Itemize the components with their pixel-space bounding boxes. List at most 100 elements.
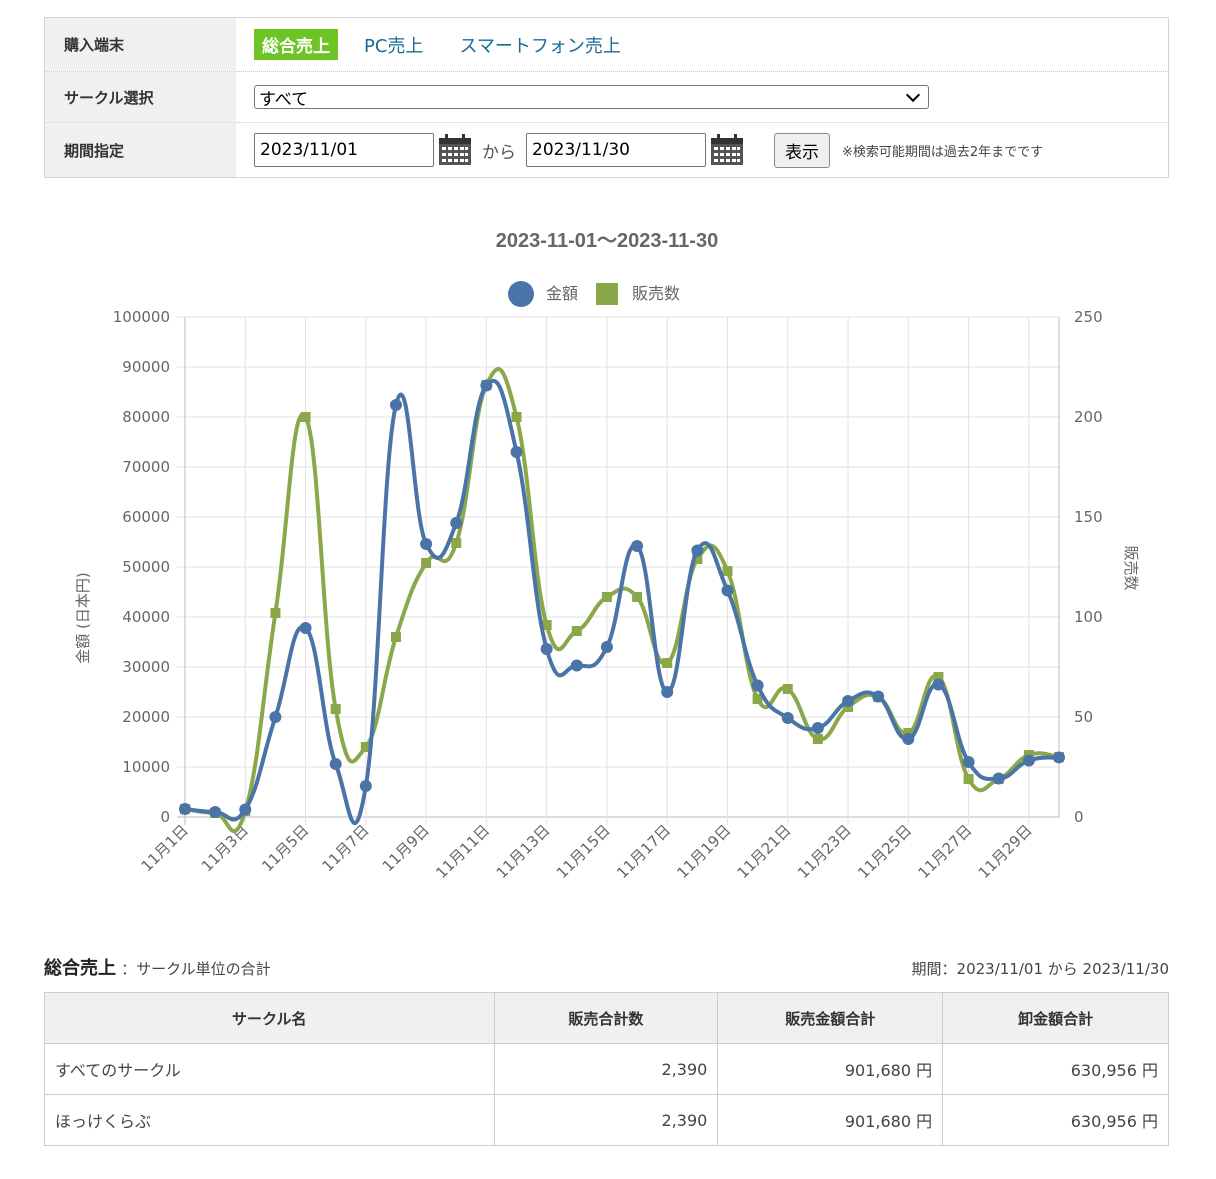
device-tabs: 総合売上 PC売上 スマートフォン売上 <box>236 18 1168 71</box>
series-line-quantity <box>184 367 1060 834</box>
data-point-quantity <box>390 632 401 642</box>
data-point-amount <box>781 712 794 724</box>
data-point-amount <box>1022 754 1035 767</box>
data-point-quantity <box>421 558 432 568</box>
column-header-wholesale-amount: 卸金額合計 <box>942 992 1169 1044</box>
summary-table: サークル名 販売合計数 販売金額合計 卸金額合計 すべてのサークル 2,390 … <box>44 992 1169 1146</box>
x-tick-label: 11月23日 <box>794 821 855 882</box>
summary-subtitle: ：サークル単位の合計 <box>121 960 271 978</box>
y-axis-right-label: 販売数 <box>1122 545 1140 590</box>
data-point-amount <box>962 756 975 768</box>
data-point-amount <box>570 659 583 672</box>
cell-sales-count: 2,390 <box>493 1094 719 1146</box>
circle-row: サークル選択 すべて <box>45 72 1168 123</box>
data-point-amount <box>209 806 222 818</box>
y-tick-label: 90000 <box>122 358 170 376</box>
calendar-icon[interactable] <box>438 134 472 166</box>
date-to-input[interactable] <box>526 133 706 167</box>
cell-sales-amount: 901,680 円 <box>717 1094 944 1146</box>
date-separator: から <box>482 142 516 163</box>
x-tick-label: 11月19日 <box>673 821 734 882</box>
x-tick-label: 11月13日 <box>493 821 554 882</box>
y-tick-label: 10000 <box>122 758 170 776</box>
data-point-amount <box>811 722 824 734</box>
data-point-quantity <box>662 658 673 668</box>
tab-pc-sales[interactable]: PC売上 <box>364 32 423 58</box>
data-point-amount <box>1053 751 1065 764</box>
table-row: ほっけくらぶ 2,390 901,680 円 630,956 円 <box>44 1094 1169 1146</box>
y-tick-label: 50000 <box>122 558 170 576</box>
circle-select[interactable]: すべて <box>254 85 929 110</box>
filter-form: 購入端末 総合売上 PC売上 スマートフォン売上 サークル選択 すべて 期間指定 <box>44 17 1169 178</box>
x-tick-label: 11月15日 <box>553 821 614 882</box>
data-point-amount <box>661 686 674 698</box>
circle-select-value: すべて <box>259 89 309 110</box>
chevron-down-icon <box>905 87 921 103</box>
x-tick-label: 11月25日 <box>854 821 915 882</box>
y-tick-label: 20000 <box>122 708 170 726</box>
y-tick-label: 80000 <box>122 408 170 426</box>
summary-header: 総合売上 ：サークル単位の合計 期間：2023/11/01 から 2023/11… <box>44 954 1169 980</box>
data-point-amount <box>600 641 613 653</box>
data-point-amount <box>691 544 704 557</box>
legend-label-quantity: 販売数 <box>632 284 680 303</box>
data-point-amount <box>932 678 945 691</box>
data-point-amount <box>450 517 463 529</box>
x-tick-label: 11月5日 <box>258 821 312 875</box>
x-tick-label: 11月29日 <box>975 821 1036 882</box>
data-point-amount <box>842 695 855 707</box>
y-right-tick-label: 250 <box>1074 308 1103 326</box>
data-point-quantity <box>451 538 462 548</box>
legend-marker-quantity <box>596 283 618 305</box>
table-header-row: サークル名 販売合計数 販売金額合計 卸金額合計 <box>44 992 1169 1044</box>
column-header-sales-amount: 販売金額合計 <box>717 992 944 1044</box>
device-label: 購入端末 <box>45 18 236 71</box>
tab-total-sales[interactable]: 総合売上 <box>254 29 338 60</box>
data-point-amount <box>480 379 493 392</box>
data-point-amount <box>631 540 644 552</box>
cell-wholesale-amount: 630,956 円 <box>942 1043 1169 1095</box>
calendar-icon[interactable] <box>710 134 744 166</box>
data-point-quantity <box>330 704 341 714</box>
data-point-amount <box>299 622 312 634</box>
cell-sales-amount: 901,680 円 <box>717 1043 944 1095</box>
data-point-quantity <box>270 608 281 618</box>
data-point-amount <box>992 772 1005 785</box>
x-axis: 11月1日 11月3日 11月5日 11月7日 11月9日 11月11日 11月13日 11月… <box>138 821 1036 882</box>
y-right-tick-label: 150 <box>1074 508 1103 526</box>
date-from-input[interactable] <box>254 133 434 167</box>
y-tick-label: 70000 <box>122 458 170 476</box>
chart-legend: 金額 販売数 <box>508 281 680 307</box>
x-tick-label: 11月9日 <box>379 821 433 875</box>
x-tick-label: 11月27日 <box>914 821 975 882</box>
data-point-amount <box>872 690 885 703</box>
chart-title: 2023-11-01～2023-11-30 <box>496 230 718 252</box>
legend-label-amount: 金額 <box>546 284 578 303</box>
data-point-amount <box>269 711 282 723</box>
data-point-amount <box>751 679 764 692</box>
device-row: 購入端末 総合売上 PC売上 スマートフォン売上 <box>45 18 1168 72</box>
series-quantity <box>180 367 1064 834</box>
y-tick-label: 0 <box>160 808 170 826</box>
y-axis-left-label: 金額 (日本円) <box>74 572 92 663</box>
data-point-amount <box>721 584 734 597</box>
show-button[interactable]: 表示 <box>774 132 830 168</box>
summary-period: 期間：2023/11/01 から 2023/11/30 <box>911 960 1169 978</box>
table-row: すべてのサークル 2,390 901,680 円 630,956 円 <box>44 1043 1169 1095</box>
data-point-quantity <box>722 566 733 576</box>
period-label: 期間指定 <box>45 123 236 177</box>
cell-wholesale-amount: 630,956 円 <box>942 1094 1169 1146</box>
search-period-note: ※検索可能期間は過去2年までです <box>842 144 1044 160</box>
x-tick-label: 11月17日 <box>613 821 674 882</box>
column-header-circle-name: サークル名 <box>44 992 495 1044</box>
y-tick-label: 40000 <box>122 608 170 626</box>
summary-title: 総合売上 <box>44 958 116 979</box>
tab-smartphone-sales[interactable]: スマートフォン売上 <box>459 32 620 58</box>
data-point-quantity <box>511 412 522 422</box>
data-point-quantity <box>963 774 974 784</box>
y-right-tick-label: 50 <box>1074 708 1093 726</box>
cell-circle-name: すべてのサークル <box>44 1043 495 1095</box>
data-point-amount <box>540 643 553 655</box>
data-point-quantity <box>782 684 793 694</box>
y-axis-left: 0 10000 20000 30000 40000 50000 60000 70000 8000… <box>113 308 170 826</box>
